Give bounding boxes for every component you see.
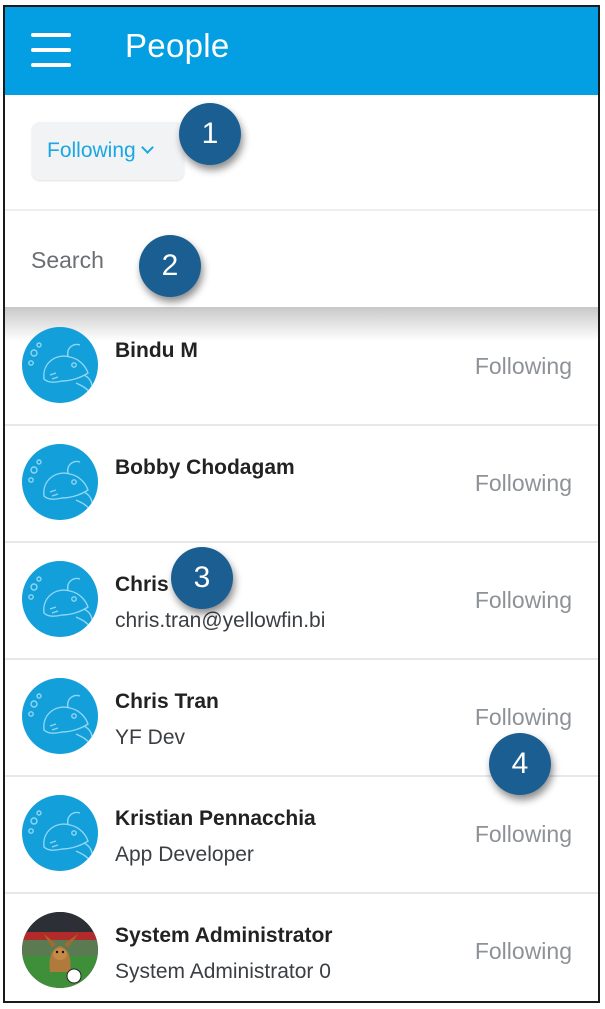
page-title: People [125, 27, 230, 64]
person-subtitle: App Developer [115, 843, 254, 866]
search-bar [5, 211, 598, 309]
person-name: System Administrator [115, 924, 333, 947]
filter-label: Following [47, 139, 136, 162]
callout-badge-4: 4 [489, 733, 551, 795]
list-item[interactable]: Chris chris.tran@yellowfin.bi Following [5, 543, 598, 660]
chevron-down-icon [140, 141, 154, 154]
app-header: People [5, 7, 598, 95]
callout-badge-1: 1 [179, 103, 241, 165]
follow-status-button[interactable]: Following [475, 938, 572, 965]
fish-avatar-icon [22, 678, 98, 754]
dog-photo-avatar [22, 912, 98, 988]
callout-badge-2: 2 [139, 235, 201, 297]
follow-status-button[interactable]: Following [475, 470, 572, 497]
filter-dropdown-button[interactable]: Following [32, 122, 184, 180]
person-name: Bindu M [115, 339, 198, 362]
list-item[interactable]: Bindu M Following [5, 309, 598, 426]
list-item[interactable]: System Administrator System Administrato… [5, 894, 598, 1001]
follow-status-button[interactable]: Following [475, 353, 572, 380]
person-subtitle: chris.tran@yellowfin.bi [115, 609, 326, 632]
follow-status-button[interactable]: Following [475, 704, 572, 731]
follow-status-button[interactable]: Following [475, 821, 572, 848]
fish-avatar-icon [22, 795, 98, 871]
fish-avatar-icon [22, 327, 98, 403]
person-name: Chris [115, 573, 169, 596]
app-frame: People Following Bindu M Following Bobby… [3, 5, 600, 1003]
follow-status-button[interactable]: Following [475, 587, 572, 614]
person-name: Chris Tran [115, 690, 219, 713]
fish-avatar-icon [22, 444, 98, 520]
person-name: Bobby Chodagam [115, 456, 295, 479]
list-item[interactable]: Bobby Chodagam Following [5, 426, 598, 543]
people-list: Bindu M Following Bobby Chodagam Followi… [5, 309, 598, 1001]
person-subtitle: YF Dev [115, 726, 186, 749]
filter-bar: Following [5, 95, 598, 211]
callout-badge-3: 3 [171, 547, 233, 609]
person-subtitle: System Administrator 0 [115, 960, 331, 983]
person-name: Kristian Pennacchia [115, 807, 316, 830]
hamburger-icon[interactable] [31, 33, 71, 67]
list-item[interactable]: Kristian Pennacchia App Developer Follow… [5, 777, 598, 894]
fish-avatar-icon [22, 561, 98, 637]
